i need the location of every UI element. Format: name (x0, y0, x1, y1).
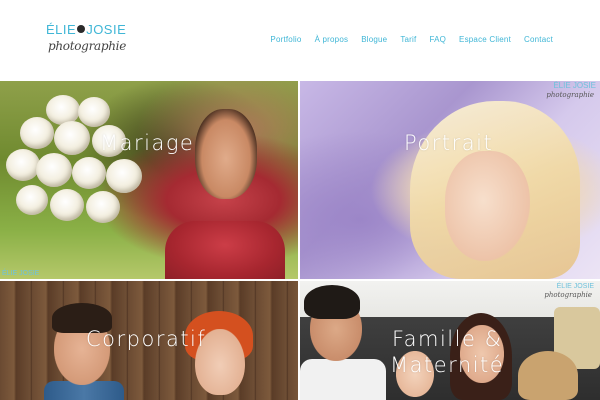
man-photo (44, 303, 124, 400)
logo-wordmark: ÉLIE JOSIE (46, 22, 126, 37)
tile-label-corporatif: Corporatif (86, 327, 207, 351)
tile-label-portrait: Portrait (404, 131, 494, 155)
watermark-script: photographie (544, 291, 592, 299)
watermark-text: ÉLIE JOSIE (2, 270, 40, 277)
nav-item-blogue[interactable]: Blogue (361, 35, 387, 44)
logo-name-left: ÉLIE (46, 22, 77, 37)
site-logo[interactable]: ÉLIE JOSIE photographie (46, 22, 126, 64)
father-shirt-photo (300, 359, 386, 400)
tile-label-famille-line2: Maternité (390, 353, 505, 377)
tile-label-famille-line1: Famille & (392, 327, 503, 351)
rose-bouquet-photo (6, 95, 156, 225)
nav-item-a-propos[interactable]: À propos (315, 35, 349, 44)
tile-famille-maternite[interactable]: Famille & Maternité ÉLIE JOSIE photograp… (300, 281, 600, 400)
site-header: ÉLIE JOSIE photographie Portfolio À propo… (0, 0, 600, 81)
portfolio-grid: Mariage ÉLIE JOSIE Portrait ÉLIE JOSIE p… (0, 81, 600, 400)
nav-item-tarif[interactable]: Tarif (400, 35, 416, 44)
bride-photo (195, 109, 257, 199)
nav-item-faq[interactable]: FAQ (429, 35, 446, 44)
tile-corporatif[interactable]: Corporatif (0, 281, 298, 400)
tile-mariage[interactable]: Mariage ÉLIE JOSIE (0, 81, 298, 279)
tile-label-mariage: Mariage (100, 131, 195, 155)
tile-portrait[interactable]: Portrait ÉLIE JOSIE photographie (300, 81, 600, 279)
nav-item-portfolio[interactable]: Portfolio (270, 35, 301, 44)
woman-face-photo (445, 151, 530, 261)
child-hair-photo (518, 351, 578, 400)
father-hair-photo (304, 285, 360, 319)
main-nav: Portfolio À propos Blogue Tarif FAQ Espa… (257, 35, 553, 44)
red-dress-photo (165, 221, 285, 279)
nav-item-espace-client[interactable]: Espace Client (459, 35, 511, 44)
watermark-text: ÉLIE JOSIE (553, 81, 596, 90)
watermark-text: ÉLIE JOSIE (556, 283, 594, 290)
nav-item-contact[interactable]: Contact (524, 35, 553, 44)
woman-photo (185, 311, 255, 400)
logo-name-right: JOSIE (86, 22, 127, 37)
logo-script: photographie (48, 39, 127, 53)
logo-dot-icon (77, 25, 86, 33)
watermark-script: photographie (546, 91, 594, 99)
